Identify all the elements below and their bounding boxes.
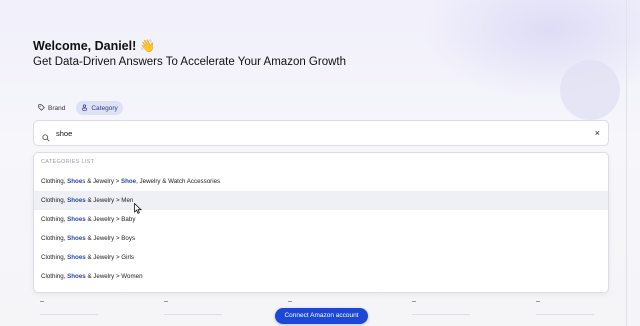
categories-dropdown: CATEGORIES LIST Clothing, Shoes & Jewelr… xyxy=(33,152,609,293)
connect-amazon-button[interactable]: Connect Amazon account xyxy=(275,308,368,324)
welcome-heading: Welcome, Daniel! 👋 xyxy=(33,39,156,53)
search-input[interactable] xyxy=(56,128,595,138)
dropdown-header: CATEGORIES LIST xyxy=(41,159,95,165)
list-item[interactable]: Clothing, Shoes & Jewelry > Women xyxy=(34,267,608,286)
tab-category[interactable]: Category xyxy=(76,101,123,115)
tab-brand-label: Brand xyxy=(48,104,66,112)
category-icon xyxy=(81,103,88,113)
page-subtitle: Get Data-Driven Answers To Accelerate Yo… xyxy=(33,56,346,68)
list-item[interactable]: Clothing, Shoes & Jewelry > Men xyxy=(34,191,608,210)
list-item[interactable]: Clothing, Shoes & Jewelry > Shoe, Jewelr… xyxy=(34,172,608,191)
list-item[interactable]: Clothing, Shoes & Jewelry > Girls xyxy=(34,248,608,267)
divider xyxy=(626,0,627,326)
app-frame: Welcome, Daniel! 👋 Get Data-Driven Answe… xyxy=(0,0,640,326)
search-box: × xyxy=(33,120,609,146)
tab-category-label: Category xyxy=(91,104,118,112)
background-decoration xyxy=(560,60,620,120)
clear-icon[interactable]: × xyxy=(595,128,600,138)
tab-brand[interactable]: Brand xyxy=(33,101,70,115)
search-type-tabs: Brand Category xyxy=(33,101,123,115)
mouse-cursor-icon xyxy=(134,201,142,214)
list-item[interactable]: Clothing, Shoes & Jewelry > Baby xyxy=(34,210,608,229)
tag-icon xyxy=(38,103,45,113)
search-icon xyxy=(42,129,50,142)
list-item[interactable]: Clothing, Shoes & Jewelry > Boys xyxy=(34,229,608,248)
